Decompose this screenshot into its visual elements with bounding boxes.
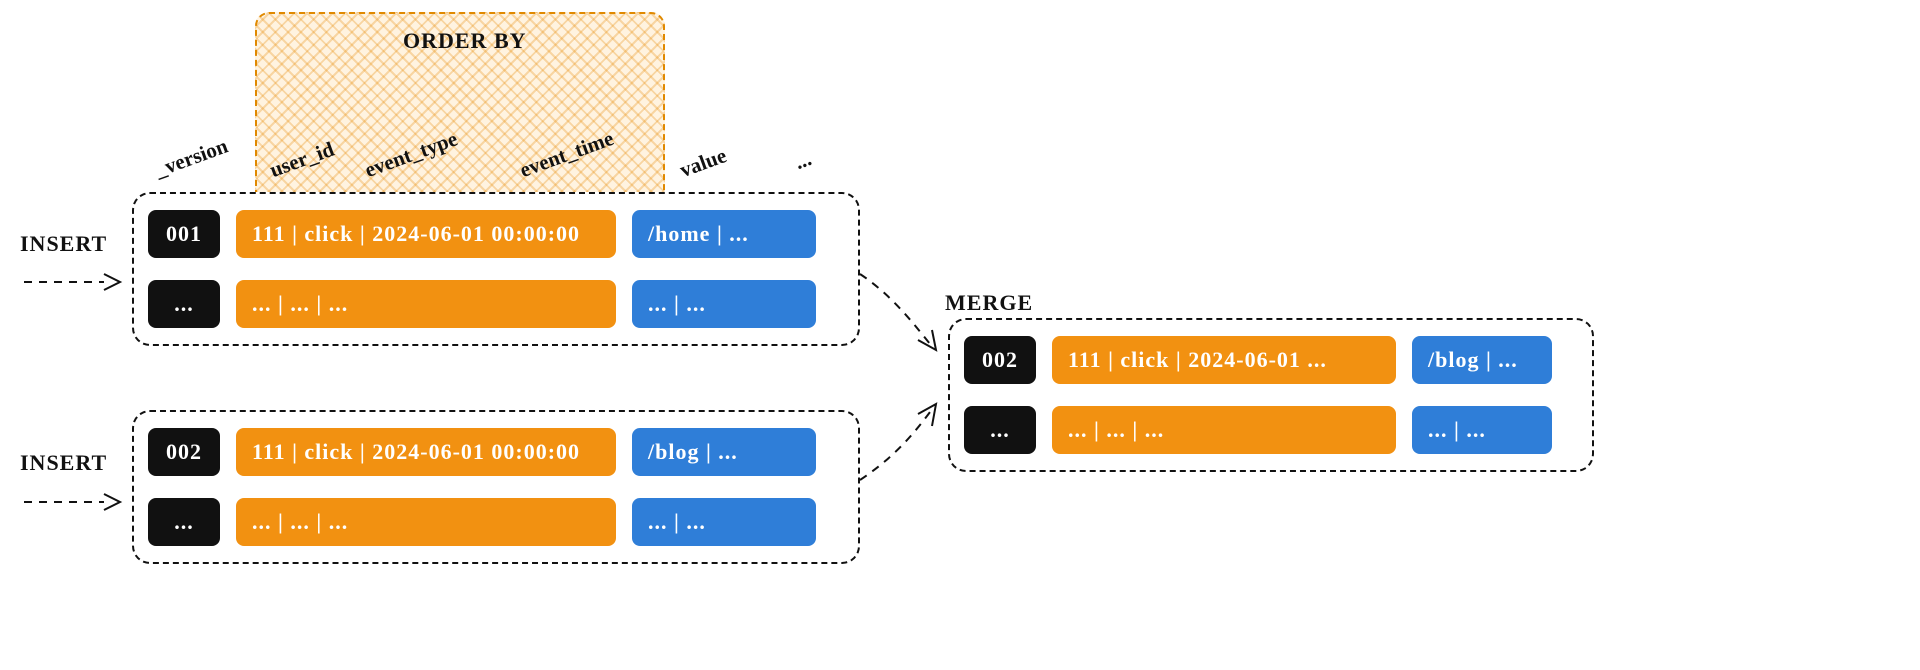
insert-part-2: 002 111 | click | 2024-06-01 00:00:00 /b… — [132, 410, 860, 564]
key-cell: 111 | click | 2024-06-01 ... — [1052, 336, 1396, 384]
table-row: ... ... | ... | ... ... | ... — [964, 402, 1578, 458]
col-version: _version — [151, 134, 231, 183]
value-cell: ... | ... — [632, 498, 816, 546]
merge-label: MERGE — [945, 290, 1033, 316]
version-cell: ... — [148, 498, 220, 546]
insert-label-2: INSERT — [20, 450, 107, 476]
value-cell: /home | ... — [632, 210, 816, 258]
merge-arrow-bottom-icon — [860, 404, 950, 494]
key-cell: 111 | click | 2024-06-01 00:00:00 — [236, 210, 616, 258]
value-cell: ... | ... — [632, 280, 816, 328]
table-row: ... ... | ... | ... ... | ... — [148, 494, 844, 550]
key-cell: ... | ... | ... — [236, 280, 616, 328]
insert-part-1: 001 111 | click | 2024-06-01 00:00:00 /h… — [132, 192, 860, 346]
key-cell: ... | ... | ... — [1052, 406, 1396, 454]
merge-arrow-top-icon — [860, 274, 950, 364]
table-row: ... ... | ... | ... ... | ... — [148, 276, 844, 332]
table-row: 001 111 | click | 2024-06-01 00:00:00 /h… — [148, 206, 844, 262]
insert-arrow-2-icon — [24, 490, 124, 514]
table-row: 002 111 | click | 2024-06-01 00:00:00 /b… — [148, 424, 844, 480]
key-cell: 111 | click | 2024-06-01 00:00:00 — [236, 428, 616, 476]
col-value: value — [676, 143, 730, 183]
merge-part: 002 111 | click | 2024-06-01 ... /blog |… — [948, 318, 1594, 472]
table-row: 002 111 | click | 2024-06-01 ... /blog |… — [964, 332, 1578, 388]
insert-arrow-1-icon — [24, 270, 124, 294]
version-cell: 002 — [964, 336, 1036, 384]
order-by-label: ORDER BY — [403, 28, 527, 54]
value-cell: ... | ... — [1412, 406, 1552, 454]
value-cell: /blog | ... — [632, 428, 816, 476]
value-cell: /blog | ... — [1412, 336, 1552, 384]
col-rest: ... — [791, 146, 814, 175]
version-cell: 001 — [148, 210, 220, 258]
version-cell: ... — [964, 406, 1036, 454]
key-cell: ... | ... | ... — [236, 498, 616, 546]
version-cell: ... — [148, 280, 220, 328]
insert-label-1: INSERT — [20, 231, 107, 257]
version-cell: 002 — [148, 428, 220, 476]
